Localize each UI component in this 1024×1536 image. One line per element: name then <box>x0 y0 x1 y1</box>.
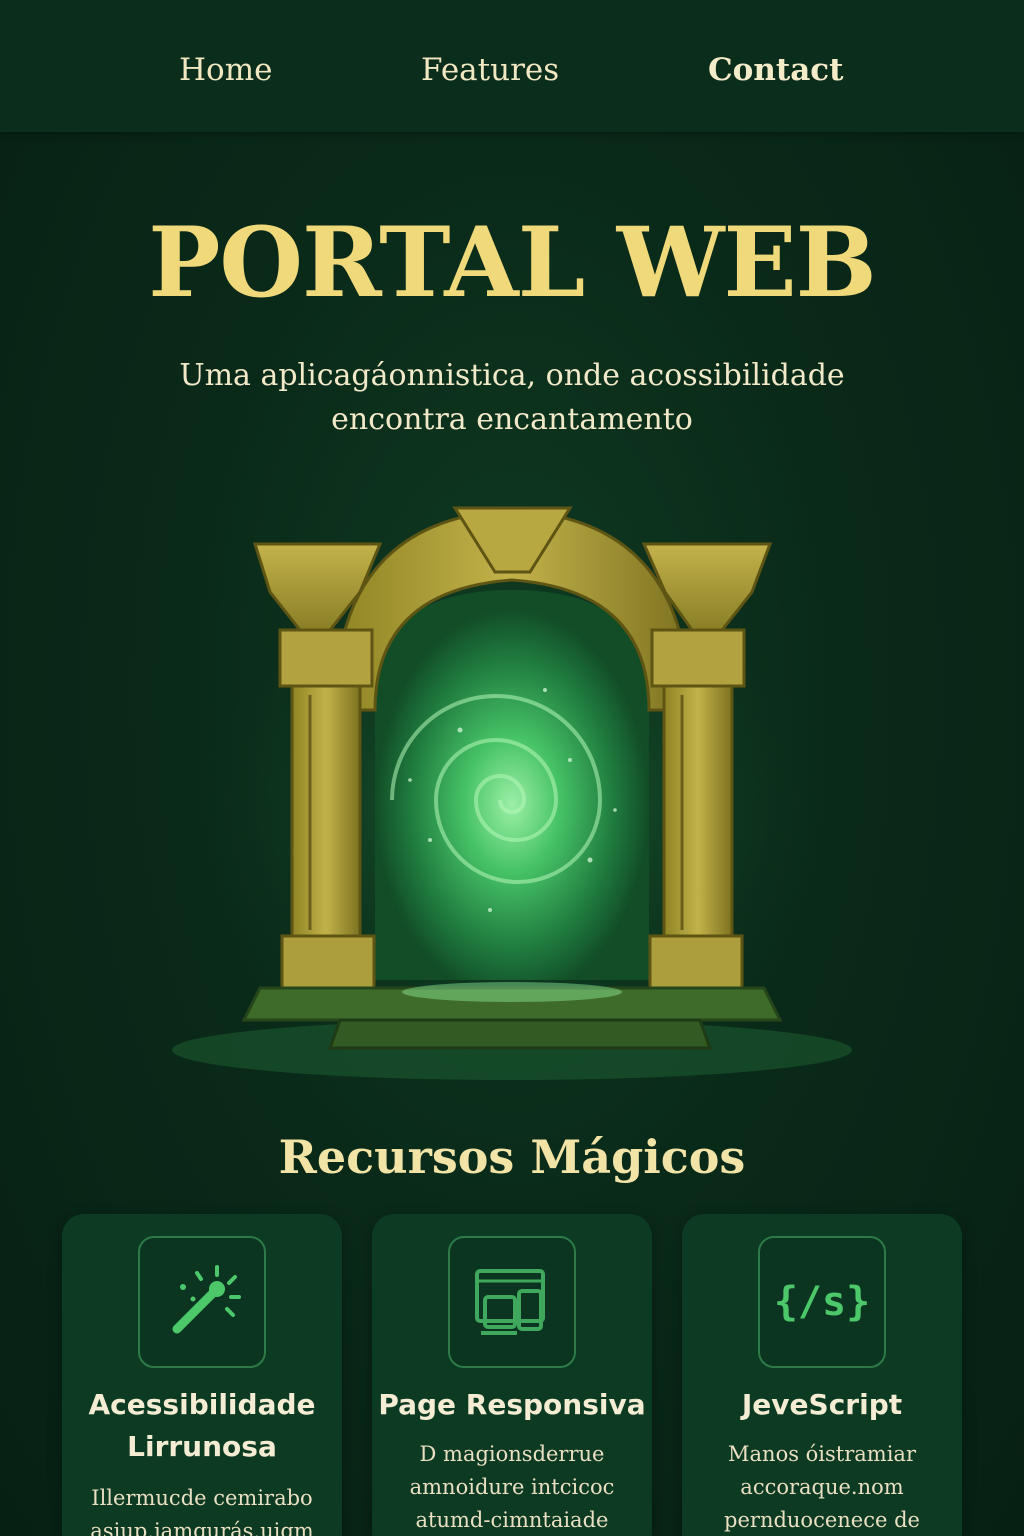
nav-contact-link[interactable]: Contact <box>708 52 844 88</box>
feature-card-javascript[interactable]: {/s} JeveScript Manos óistramiar accoraq… <box>682 1214 962 1536</box>
code-braces-glyph: {/s} <box>773 1279 871 1325</box>
feature-card-accessibility[interactable]: Acessibilidade Lirrunosa Illermucde cemi… <box>62 1214 342 1536</box>
code-braces-icon: {/s} <box>758 1236 886 1368</box>
features-section-title: Recursos Mágicos <box>278 1130 746 1184</box>
hero-title: PORTAL WEB <box>148 206 877 319</box>
portal-illustration <box>160 480 864 1090</box>
hero-subtitle: Uma aplicagáonnistica, onde acossibilida… <box>179 358 845 437</box>
feature-card-description: Manos óistramiar accoraque.nom pernduoce… <box>724 1442 920 1532</box>
feature-card-responsive[interactable]: Page Responsiva D magionsderrue amnoidur… <box>372 1214 652 1536</box>
feature-card-title: Page Responsiva <box>378 1388 646 1421</box>
feature-card-title: JeveScript <box>741 1388 903 1421</box>
nav-features-link[interactable]: Features <box>421 52 559 88</box>
feature-card-title: Acessibilidade Lirrunosa <box>88 1388 316 1463</box>
feature-card-description: D magionsderrue amnoidure intcicoc atumd… <box>409 1442 615 1532</box>
magic-wand-icon <box>138 1236 266 1368</box>
nav-home-link[interactable]: Home <box>179 52 272 88</box>
top-navigation: Home Features Contact <box>0 0 1024 132</box>
responsive-devices-icon <box>448 1236 576 1368</box>
feature-card-description: Illermucde cemirabo asiup.iamqurás.uigm <box>90 1486 314 1536</box>
